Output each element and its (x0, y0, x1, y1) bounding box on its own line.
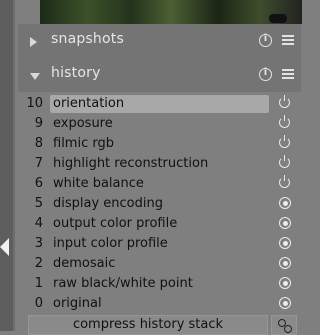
truncate-history-icon[interactable] (271, 315, 297, 335)
history-item-label: filmic rgb (53, 136, 114, 151)
history-item-number: 2 (34, 256, 43, 271)
presets-menu-icon[interactable] (282, 35, 294, 46)
history-item[interactable]: 1 raw black/white point (18, 274, 301, 294)
always-on-icon (279, 257, 291, 269)
snapshots-header[interactable]: snapshots (18, 24, 301, 59)
always-on-icon (279, 197, 291, 209)
history-header[interactable]: history (18, 58, 301, 93)
history-item[interactable]: 4 output color profile (18, 214, 301, 234)
history-item-label: demosaic (53, 256, 116, 271)
power-icon (279, 95, 290, 108)
info-icon[interactable] (259, 33, 272, 47)
history-item-number: 5 (34, 196, 43, 211)
power-icon (279, 155, 290, 168)
history-item[interactable]: 10 orientation (18, 94, 301, 114)
power-icon (279, 175, 290, 188)
image-preview-strip (40, 0, 302, 24)
preview-overlay (269, 14, 287, 23)
history-item-label: white balance (53, 176, 144, 191)
history-item[interactable]: 8 filmic rgb (18, 134, 301, 154)
history-item-label: input color profile (53, 236, 168, 251)
history-item-number: 9 (34, 116, 43, 131)
snapshots-title: snapshots (51, 31, 124, 47)
power-icon (279, 135, 290, 148)
history-item-label: highlight reconstruction (53, 156, 209, 171)
history-item[interactable]: 2 demosaic (18, 254, 301, 274)
always-on-icon (279, 277, 291, 289)
history-title: history (51, 65, 101, 81)
history-item[interactable]: 7 highlight reconstruction (18, 154, 301, 174)
history-item-number: 10 (26, 96, 43, 111)
always-on-icon (279, 237, 291, 249)
history-item-label: original (53, 296, 102, 311)
collapse-arrow-icon (30, 73, 40, 80)
history-item[interactable]: 3 input color profile (18, 234, 301, 254)
history-item-number: 8 (34, 136, 43, 151)
history-item-label: exposure (53, 116, 113, 131)
always-on-icon (279, 297, 291, 309)
history-item-number: 1 (34, 276, 43, 291)
history-item-number: 6 (34, 176, 43, 191)
power-icon (279, 115, 290, 128)
history-item[interactable]: 6 white balance (18, 174, 301, 194)
history-list: 10 orientation 9 exposure 8 filmic rgb 7 highli… (18, 92, 301, 313)
left-panel-gutter (0, 0, 13, 331)
collapse-panel-arrow-icon[interactable] (0, 238, 9, 256)
expand-arrow-icon (30, 37, 37, 47)
history-item-number: 3 (34, 236, 43, 251)
history-item[interactable]: 9 exposure (18, 114, 301, 134)
gutter-divider (13, 0, 15, 331)
history-item-label: orientation (50, 95, 269, 113)
history-item[interactable]: 5 display encoding (18, 194, 301, 214)
info-icon[interactable] (259, 67, 272, 81)
history-item-label: display encoding (53, 196, 163, 211)
history-item-number: 4 (34, 216, 43, 231)
history-item-label: output color profile (53, 216, 178, 231)
presets-menu-icon[interactable] (282, 69, 294, 80)
always-on-icon (279, 217, 291, 229)
history-item-label: raw black/white point (53, 276, 193, 291)
compress-history-button[interactable]: compress history stack (28, 315, 268, 335)
history-item-number: 0 (34, 296, 43, 311)
history-item[interactable]: 0 original (18, 294, 301, 314)
history-item-number: 7 (34, 156, 43, 171)
